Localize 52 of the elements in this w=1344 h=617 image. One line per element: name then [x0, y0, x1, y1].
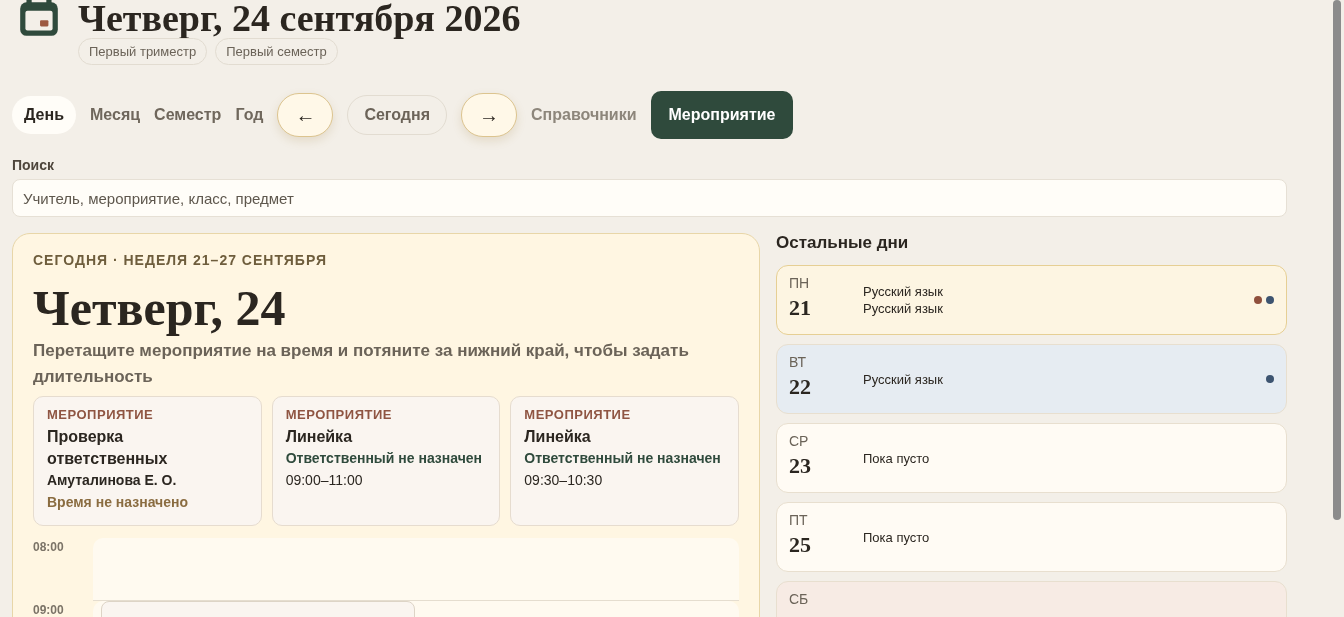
day-card[interactable]: СР 23 Пока пусто [776, 423, 1287, 493]
event-title: Линейка [285, 427, 354, 447]
next-button[interactable]: → [461, 93, 517, 137]
event-time: Время не назначено [47, 494, 189, 510]
event-kind: МЕРОПРИЯТИЕ [47, 407, 155, 422]
day-number: 25 [789, 532, 812, 558]
event-card[interactable]: МЕРОПРИЯТИЕ Линейка Ответственный не назначен 09:30–10:30 [510, 396, 739, 526]
event-time: 09:00–11:00 [285, 472, 364, 488]
hint-text: Перетащите мероприятие на время и потяните за нижний край, чтобы задать длительность [33, 340, 690, 388]
weekday-label: ВТ [789, 354, 807, 370]
event-kind: МЕРОПРИЯТИЕ [524, 407, 632, 422]
hour-label: 08:00 [33, 539, 65, 556]
view-tab[interactable]: День [12, 96, 76, 134]
weekday-label: ПТ [789, 512, 809, 528]
page-title: Четверг, 24 сентября 2026 [78, 0, 521, 41]
weekday-label: ПН [789, 275, 811, 291]
day-entry: Пока пусто [863, 450, 931, 466]
day-entry: Пока пусто [863, 529, 931, 545]
day-entry: Русский язык [863, 284, 944, 299]
event-card[interactable]: МЕРОПРИЯТИЕ Линейка Ответственный не назначен 09:00–11:00 [271, 396, 501, 526]
view-tab[interactable]: Год [235, 96, 264, 134]
search-label: Поиск [12, 157, 55, 173]
event-responsible: Ответственный не назначен [524, 450, 722, 466]
event-responsible: Амуталинова Е. О. [47, 472, 178, 488]
weekday-label: СБ [789, 591, 810, 607]
event-kind: МЕРОПРИЯТИЕ [285, 407, 393, 422]
weekday-label: СР [789, 433, 810, 449]
add-event-button[interactable]: Мероприятие [650, 91, 794, 139]
previous-button[interactable]: ← [277, 93, 334, 137]
view-tab[interactable]: Месяц [90, 96, 141, 134]
week-caption: СЕГОДНЯ · НЕДЕЛЯ 21–27 СЕНТЯБРЯ [33, 252, 328, 268]
event-title: Линейка [524, 427, 592, 447]
search-field[interactable]: Учитель, мероприятие, класс, предмет [12, 179, 1287, 217]
day-card[interactable]: ПТ 25 Пока пусто [776, 502, 1287, 572]
day-card[interactable]: ПН 21 Русский язык Русский язык [776, 265, 1287, 335]
day-number: 22 [789, 374, 812, 400]
view-tab[interactable]: Семестр [154, 96, 222, 134]
scrollbar-thumb[interactable] [1333, 0, 1341, 520]
day-number: 21 [789, 295, 812, 321]
section-title: Остальные дни [776, 233, 910, 253]
event-card[interactable]: МЕРОПРИЯТИЕ Проверка ответственных Амуталинова Е. О. Время не назначено [33, 396, 262, 526]
event-responsible: Ответственный не назначен [285, 450, 484, 466]
day-card[interactable]: ВТ 22 Русский язык [776, 344, 1287, 414]
event-time: 09:30–10:30 [524, 472, 604, 488]
hour-label: 09:00 [33, 602, 65, 617]
day-entry: Русский язык [863, 371, 944, 387]
day-card[interactable]: СБ [776, 581, 1287, 617]
time-slot[interactable] [93, 538, 739, 601]
day-number: 23 [789, 453, 812, 479]
event-title: Проверка ответственных [47, 427, 169, 469]
day-entry: Русский язык [863, 301, 944, 316]
day-title: Четверг, 24 [33, 282, 287, 334]
